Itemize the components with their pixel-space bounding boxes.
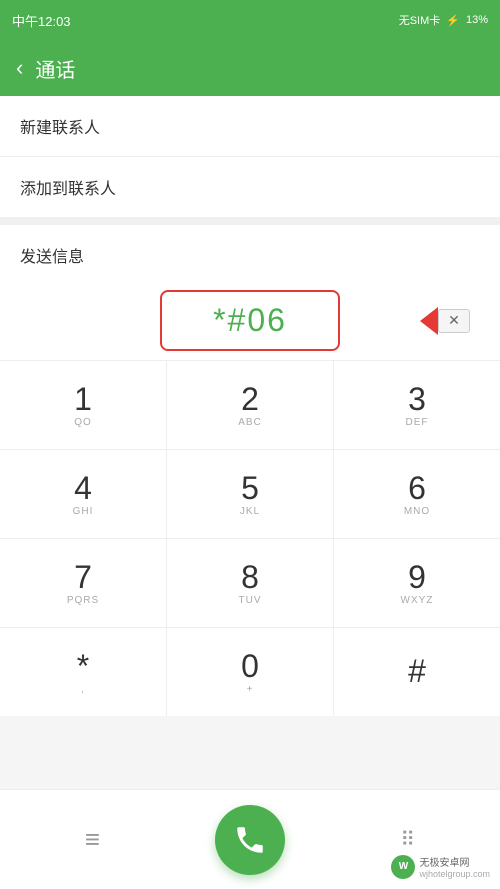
key-6[interactable]: 6 MNO (334, 450, 500, 538)
keypad-row-2: 4 GHI 5 JKL 6 MNO (0, 450, 500, 539)
key-9-number: 9 (408, 561, 426, 593)
new-contact-label: 新建联系人 (20, 120, 100, 137)
key-3-letters: DEF (406, 417, 429, 428)
menu-button[interactable]: ≡ (70, 818, 114, 862)
key-9-letters: WXYZ (401, 595, 434, 606)
status-icons: 无SIM卡 ⚡ 13% (399, 12, 488, 28)
header: ‹ 通话 (0, 40, 500, 96)
key-2-letters: ABC (238, 417, 262, 428)
key-0-number: 0 (241, 650, 259, 682)
backspace-area: ✕ (420, 307, 470, 335)
key-0[interactable]: 0 + (167, 628, 334, 716)
key-1-letters: QO (74, 417, 92, 428)
send-message-item[interactable]: 发送信息 (0, 225, 500, 281)
status-bar: 中午12:03 无SIM卡 ⚡ 13% (0, 0, 500, 40)
arrow-left-icon (420, 307, 438, 335)
sim-status: 无SIM卡 (399, 12, 441, 28)
key-2-number: 2 (241, 383, 259, 415)
backspace-button[interactable]: ✕ (438, 309, 470, 333)
menu-lines-icon: ≡ (85, 824, 100, 855)
key-9[interactable]: 9 WXYZ (334, 539, 500, 627)
key-8[interactable]: 8 TUV (167, 539, 334, 627)
page-title: 通话 (35, 54, 75, 83)
watermark: W 无极安卓网 wjhotelgroup.com (391, 854, 490, 879)
watermark-text: 无极安卓网 wjhotelgroup.com (419, 854, 490, 879)
keypad: 1 QO 2 ABC 3 DEF 4 GHI 5 JKL 6 MNO 7 PQR… (0, 361, 500, 716)
send-message-label: 发送信息 (20, 249, 84, 266)
add-to-contact-label: 添加到联系人 (20, 181, 116, 198)
key-4-letters: GHI (73, 506, 94, 517)
key-3-number: 3 (408, 383, 426, 415)
key-5[interactable]: 5 JKL (167, 450, 334, 538)
divider (0, 217, 500, 225)
key-5-number: 5 (241, 472, 259, 504)
key-4[interactable]: 4 GHI (0, 450, 167, 538)
battery-level: 13% (466, 14, 488, 26)
call-button[interactable] (215, 805, 285, 875)
watermark-site-name: 无极安卓网 (419, 854, 490, 869)
menu-section: 新建联系人 添加到联系人 (0, 96, 500, 217)
keypad-row-1: 1 QO 2 ABC 3 DEF (0, 361, 500, 450)
key-8-letters: TUV (239, 595, 262, 606)
key-7-number: 7 (74, 561, 92, 593)
dialer-input[interactable]: *#06 (160, 290, 340, 351)
keypad-row-3: 7 PQRS 8 TUV 9 WXYZ (0, 539, 500, 628)
watermark-url: wjhotelgroup.com (419, 869, 490, 879)
grid-icon: ⠿ (400, 827, 415, 852)
status-time: 中午12:03 (12, 11, 71, 30)
key-star[interactable]: * , (0, 628, 167, 716)
new-contact-item[interactable]: 新建联系人 (0, 96, 500, 157)
dialer-display: *#06 ✕ (0, 281, 500, 361)
key-2[interactable]: 2 ABC (167, 361, 334, 449)
dialer-value: *#06 (213, 302, 287, 338)
key-6-letters: MNO (404, 506, 430, 517)
key-0-letters: + (247, 684, 254, 695)
watermark-logo: W (391, 855, 415, 879)
key-hash[interactable]: # (334, 628, 500, 716)
key-4-number: 4 (74, 472, 92, 504)
key-7-letters: PQRS (67, 595, 99, 606)
key-hash-number: # (408, 655, 426, 687)
key-3[interactable]: 3 DEF (334, 361, 500, 449)
key-5-letters: JKL (240, 506, 260, 517)
battery-icon: ⚡ (446, 14, 460, 27)
backspace-icon: ✕ (448, 312, 460, 329)
key-1[interactable]: 1 QO (0, 361, 167, 449)
add-to-contact-item[interactable]: 添加到联系人 (0, 157, 500, 217)
key-6-number: 6 (408, 472, 426, 504)
key-7[interactable]: 7 PQRS (0, 539, 167, 627)
key-1-number: 1 (74, 383, 92, 415)
keypad-row-4: * , 0 + # (0, 628, 500, 716)
back-button[interactable]: ‹ (16, 55, 23, 81)
phone-icon (233, 823, 267, 857)
key-star-letters: , (81, 684, 85, 695)
key-8-number: 8 (241, 561, 259, 593)
key-star-number: * (77, 650, 89, 682)
